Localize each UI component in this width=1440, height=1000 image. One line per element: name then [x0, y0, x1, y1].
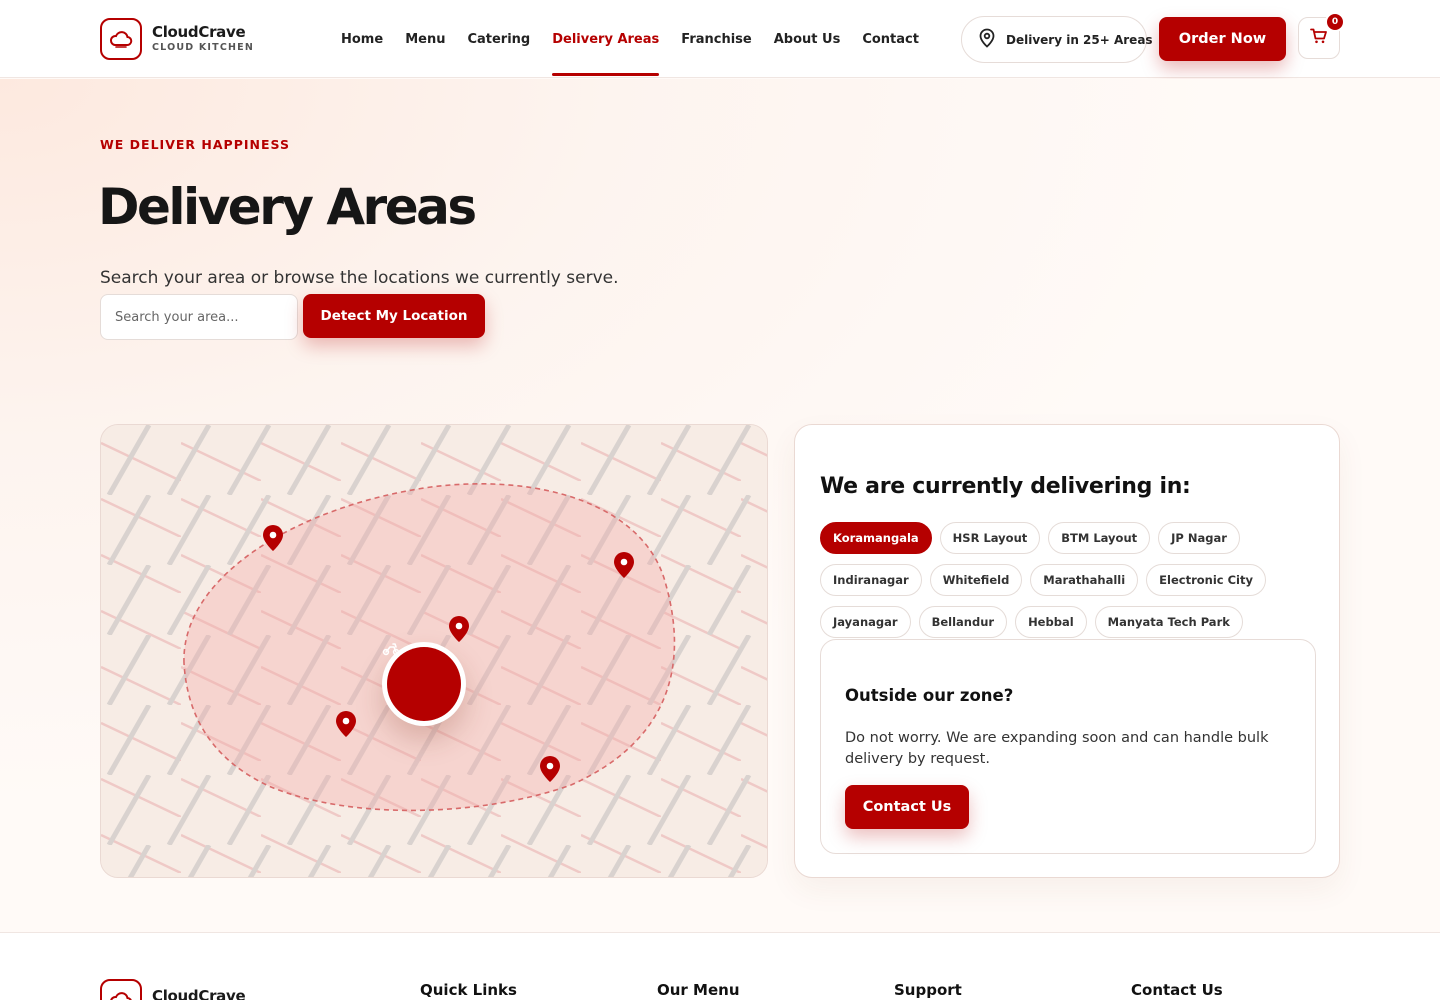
area-chip-hebbal[interactable]: Hebbal [1015, 606, 1087, 638]
area-chip-koramangala[interactable]: Koramangala [820, 522, 932, 554]
nav-menu[interactable]: Menu [405, 0, 445, 78]
area-chip-jp-nagar[interactable]: JP Nagar [1158, 522, 1240, 554]
detect-location-button[interactable]: Detect My Location [303, 294, 485, 338]
area-chip-whitefield[interactable]: Whitefield [929, 564, 1023, 596]
area-chip-btm-layout[interactable]: BTM Layout [1048, 522, 1151, 554]
delivery-areas-pill[interactable]: Delivery in 25+ Areas [961, 16, 1153, 63]
outside-zone-text: Do not worry. We are expanding soon and … [845, 730, 1269, 767]
cloud-logo-icon [100, 979, 142, 1000]
footer-brand-name: CloudCrave [152, 987, 246, 1000]
brand-tagline: CLOUD KITCHEN [152, 42, 255, 54]
brand-logo[interactable]: CloudCrave CLOUD KITCHEN [100, 18, 254, 60]
area-chip-hsr-layout[interactable]: HSR Layout [939, 522, 1041, 554]
nav-delivery-areas[interactable]: Delivery Areas [552, 0, 660, 78]
outside-zone-box: Outside our zone? Do not worry. We are e… [820, 639, 1316, 854]
delivery-map[interactable] [100, 424, 768, 878]
order-now-button[interactable]: Order Now [1159, 17, 1286, 61]
area-chip-jayanagar[interactable]: Jayanagar [820, 606, 911, 638]
contact-us-button[interactable]: Contact Us [845, 785, 969, 829]
footer-heading-our-menu: Our Menu [657, 981, 740, 999]
area-chip-indiranagar[interactable]: Indiranagar [820, 564, 922, 596]
location-pin-icon [978, 28, 996, 52]
site-footer: CloudCrave Quick Links Our Menu Support … [0, 932, 1440, 1000]
area-chip-manyata-tech-park[interactable]: Manyata Tech Park [1094, 606, 1243, 638]
cart-count-badge: 0 [1325, 12, 1345, 32]
nav-about-us[interactable]: About Us [774, 0, 841, 78]
delivery-areas-card: We are currently delivering in: Koramang… [794, 424, 1340, 878]
cart-icon [1310, 28, 1328, 48]
area-chip-bellandur[interactable]: Bellandur [918, 606, 1008, 638]
areas-title: We are currently delivering in: [820, 474, 1191, 499]
footer-brand-logo[interactable]: CloudCrave [100, 979, 246, 1000]
kitchen-center-marker[interactable] [382, 642, 466, 726]
area-chips: Koramangala HSR Layout BTM Layout JP Nag… [820, 522, 1320, 648]
main-nav: Home Menu Catering Delivery Areas Franch… [341, 0, 941, 78]
nav-catering[interactable]: Catering [467, 0, 530, 78]
hero-lead: Search your area or browse the locations… [100, 268, 619, 288]
footer-heading-contact-us: Contact Us [1131, 981, 1223, 999]
nav-contact[interactable]: Contact [862, 0, 919, 78]
area-chip-marathahalli[interactable]: Marathahalli [1030, 564, 1139, 596]
outside-zone-title: Outside our zone? [845, 686, 1014, 705]
site-header: CloudCrave CLOUD KITCHEN Home Menu Cater… [0, 0, 1440, 78]
cloud-logo-icon [100, 18, 142, 60]
cart-button[interactable]: 0 [1298, 12, 1345, 59]
nav-home[interactable]: Home [341, 0, 383, 78]
area-chip-electronic-city[interactable]: Electronic City [1146, 564, 1266, 596]
hero-eyebrow: WE DELIVER HAPPINESS [100, 137, 290, 152]
area-search-input[interactable] [100, 294, 298, 340]
page-title: Delivery Areas [98, 178, 477, 236]
footer-heading-quick-links: Quick Links [420, 981, 517, 999]
nav-franchise[interactable]: Franchise [681, 0, 751, 78]
delivery-pill-label: Delivery in 25+ Areas [1006, 32, 1153, 47]
footer-heading-support: Support [894, 981, 962, 999]
brand-name: CloudCrave [152, 23, 246, 42]
